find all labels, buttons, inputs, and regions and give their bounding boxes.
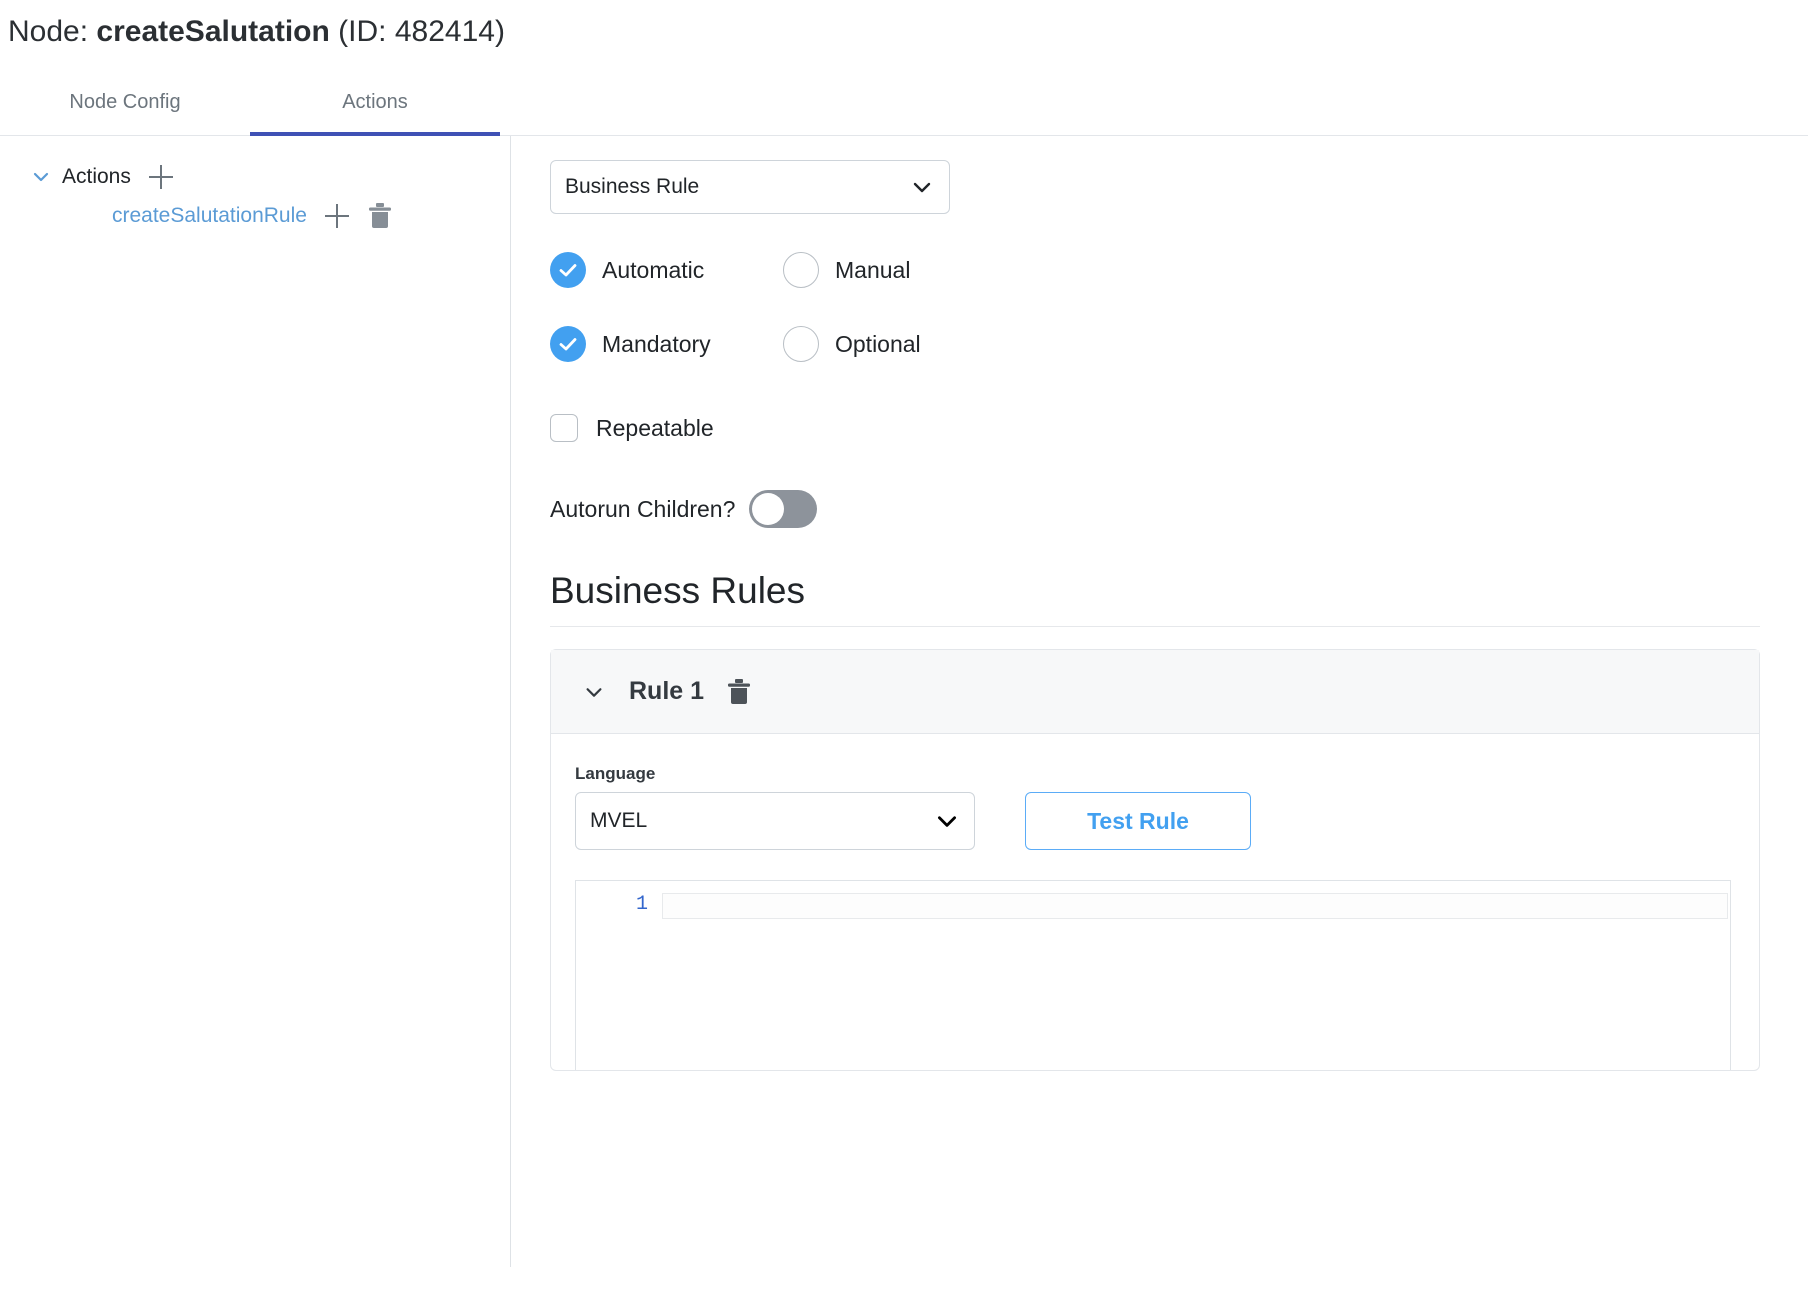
- autorun-children-label: Autorun Children?: [550, 495, 736, 522]
- tab-actions-label: Actions: [342, 91, 408, 113]
- add-child-action-button[interactable]: [324, 204, 349, 228]
- tree-node-create-salutation-rule-label: createSalutationRule: [112, 204, 307, 227]
- content-area: Actions createSalutationRule Business Ru…: [0, 136, 1808, 1267]
- page-title-node-name: createSalutation: [96, 15, 330, 48]
- rule-body: Language MVEL Test Rule 1: [551, 734, 1759, 1070]
- delete-rule-button[interactable]: [726, 678, 752, 706]
- radio-manual[interactable]: Manual: [783, 252, 910, 288]
- language-label: Language: [575, 764, 656, 783]
- execution-mode-group: Automatic Manual: [550, 252, 1808, 288]
- trash-icon: [728, 678, 751, 704]
- requirement-group: Mandatory Optional: [550, 326, 1808, 362]
- add-action-button[interactable]: [148, 165, 173, 189]
- chevron-down-icon[interactable]: [583, 681, 605, 703]
- autorun-children-toggle[interactable]: [749, 490, 818, 528]
- radio-mandatory-label: Mandatory: [602, 330, 711, 357]
- chevron-down-icon: [909, 174, 935, 200]
- tree-node-actions[interactable]: Actions: [0, 160, 510, 194]
- chevron-down-icon: [934, 808, 960, 834]
- radio-automatic-label: Automatic: [602, 256, 705, 283]
- plus-icon: [324, 204, 349, 228]
- checkbox-unchecked-icon: [550, 414, 578, 442]
- rule-title: Rule 1: [629, 677, 705, 705]
- tree-node-create-salutation-rule[interactable]: createSalutationRule: [0, 199, 510, 233]
- radio-manual-label: Manual: [835, 256, 911, 283]
- delete-action-button[interactable]: [367, 202, 393, 230]
- action-type-value: Business Rule: [565, 175, 700, 198]
- radio-optional-label: Optional: [835, 330, 921, 357]
- radio-automatic[interactable]: Automatic: [550, 252, 783, 288]
- radio-unselected-icon: [783, 252, 819, 288]
- radio-mandatory[interactable]: Mandatory: [550, 326, 783, 362]
- editor-code-line[interactable]: [662, 893, 1728, 919]
- tab-node-config[interactable]: Node Config: [0, 73, 250, 136]
- rule-header[interactable]: Rule 1: [551, 650, 1759, 734]
- radio-optional[interactable]: Optional: [783, 326, 921, 362]
- radio-unselected-icon: [783, 326, 819, 362]
- tree-node-actions-label: Actions: [62, 165, 131, 188]
- page-title: Node: createSalutation (ID: 482414): [0, 0, 1808, 51]
- rule-card: Rule 1 Language MVEL Test Rule 1: [550, 649, 1760, 1071]
- tab-bar: Node Config Actions: [0, 73, 1808, 136]
- trash-icon: [368, 203, 391, 228]
- radio-selected-icon: [550, 326, 586, 362]
- editor-code-area[interactable]: [662, 881, 1730, 1070]
- rule-code-editor[interactable]: 1: [575, 880, 1731, 1070]
- page-title-node-id: (ID: 482414): [338, 15, 505, 48]
- action-type-select[interactable]: Business Rule: [550, 160, 950, 214]
- language-select[interactable]: MVEL: [575, 792, 975, 850]
- language-row: MVEL Test Rule: [575, 792, 1731, 850]
- toggle-knob: [752, 493, 785, 525]
- tab-node-config-label: Node Config: [69, 91, 181, 113]
- test-rule-button[interactable]: Test Rule: [1025, 792, 1251, 850]
- page-title-prefix: Node:: [8, 15, 89, 48]
- actions-tree-pane: Actions createSalutationRule: [0, 136, 511, 1267]
- action-detail-pane: Business Rule Automatic Manual Mandatory…: [511, 136, 1808, 1267]
- language-value: MVEL: [590, 809, 648, 832]
- plus-icon: [148, 165, 173, 189]
- editor-gutter: 1: [576, 881, 662, 1070]
- checkbox-repeatable[interactable]: Repeatable: [550, 414, 1808, 442]
- tab-actions[interactable]: Actions: [250, 73, 500, 136]
- chevron-down-icon[interactable]: [30, 166, 52, 188]
- radio-selected-icon: [550, 252, 586, 288]
- checkbox-repeatable-label: Repeatable: [596, 414, 714, 441]
- autorun-children-row: Autorun Children?: [550, 490, 1808, 528]
- editor-line-number: 1: [635, 893, 648, 916]
- business-rules-heading: Business Rules: [550, 570, 1760, 627]
